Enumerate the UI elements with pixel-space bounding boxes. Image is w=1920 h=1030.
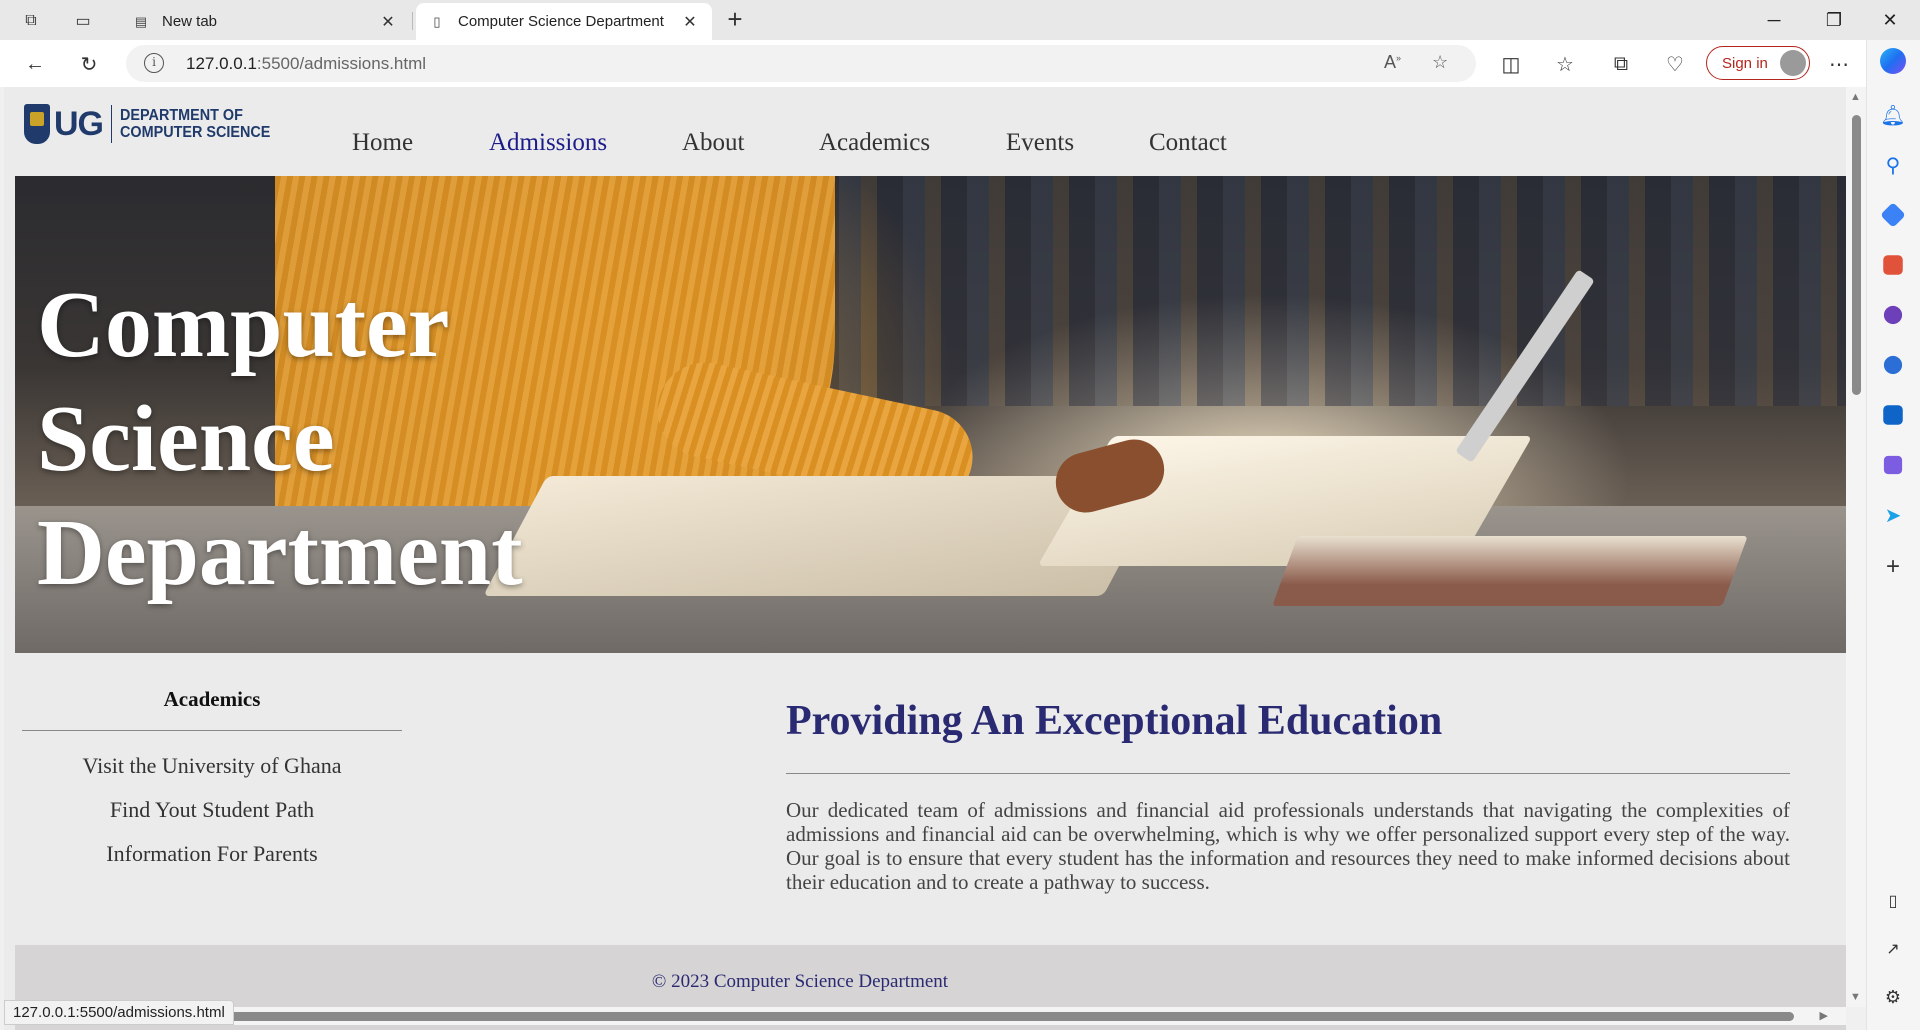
settings-gear-icon[interactable]: ⚙ [1880,984,1906,1010]
sidebar-link-visit-ug[interactable]: Visit the University of Ghana [22,753,402,779]
more-menu-icon[interactable]: ⋯ [1824,49,1854,79]
avatar [1780,50,1806,76]
url-path: :5500/admissions.html [256,54,427,73]
ug-crest-icon [24,104,50,144]
favorites-icon[interactable]: ☆ [1550,49,1580,79]
address-url[interactable]: 127.0.0.1:5500/admissions.html [186,54,426,74]
favorite-star-icon[interactable]: ☆ [1432,52,1448,73]
notifications-bell-icon[interactable]: 🔔︎ [1880,102,1906,128]
nav-admissions[interactable]: Admissions [489,129,607,157]
sidebar-toggle-icon[interactable]: ▯ [1880,888,1906,914]
close-tab-icon[interactable]: ✕ [378,12,398,32]
tab-label: Computer Science Department [458,13,664,30]
read-aloud-icon[interactable]: A» [1384,52,1401,73]
tab-actions-icon[interactable]: ▭ [70,8,96,34]
sign-in-label: Sign in [1722,54,1768,72]
site-header: UG DEPARTMENT OF COMPUTER SCIENCE Home A… [4,87,1846,177]
footer-copyright: © 2023 Computer Science Department [651,971,949,992]
tools-toolbox-icon[interactable] [1883,255,1903,275]
nav-events[interactable]: Events [1006,129,1074,157]
scroll-right-arrow-icon[interactable]: ▶ [1820,1009,1828,1022]
vertical-scroll-thumb[interactable] [1852,115,1861,395]
games-icon[interactable] [1883,305,1903,325]
page-viewport: UG DEPARTMENT OF COMPUTER SCIENCE Home A… [4,87,1846,1030]
tab-strip: ⧉ ▭ ▤ New tab ✕ ▯ Computer Science Depar… [0,0,1920,40]
collections-icon[interactable]: ⧉ [1606,49,1636,79]
scroll-up-arrow-icon[interactable]: ▲ [1850,91,1861,103]
copilot-icon[interactable] [1880,48,1906,74]
nav-academics[interactable]: Academics [819,129,930,157]
close-window-icon[interactable]: ✕ [1862,0,1918,40]
main-content: Providing An Exceptional Education Our d… [786,697,1790,894]
microsoft-365-icon[interactable] [1883,355,1903,375]
edge-sidebar: 🔔︎ ⚲ ➤ + ▯ ↗ ⚙ [1866,40,1920,1030]
section-divider [786,773,1790,774]
horizontal-scroll-thumb[interactable] [224,1012,1794,1021]
send-icon[interactable]: ➤ [1880,502,1906,528]
hero-banner: Computer Science Department [15,176,1846,653]
nav-contact[interactable]: Contact [1149,129,1227,157]
minimize-icon[interactable]: ─ [1746,0,1802,40]
scroll-down-arrow-icon[interactable]: ▼ [1850,991,1861,1003]
status-bar-url: 127.0.0.1:5500/admissions.html [4,1000,234,1025]
external-link-icon[interactable]: ↗ [1880,936,1906,962]
browser-toolbar: ← ↻ i 127.0.0.1:5500/admissions.html A» … [0,40,1920,87]
add-icon[interactable]: + [1880,553,1906,580]
sign-in-button[interactable]: Sign in [1706,46,1810,80]
tab-label: New tab [162,13,218,30]
sidebar-heading: Academics [163,687,261,711]
section-body: Our dedicated team of admissions and fin… [786,798,1790,894]
designer-icon[interactable] [1883,455,1903,475]
tab-computer-science-department[interactable]: ▯ Computer Science Department ✕ [416,3,712,40]
sidebar-link-parents[interactable]: Information For Parents [22,841,402,867]
site-info-icon[interactable]: i [144,53,164,73]
browser-essentials-icon[interactable]: ♡ [1660,49,1690,79]
page-favicon-icon: ▯ [433,13,441,29]
hero-bookshelf-background [775,176,1846,406]
sidebar-link-student-path[interactable]: Find Yout Student Path [22,797,402,823]
address-bar[interactable]: i 127.0.0.1:5500/admissions.html A» ☆ [126,45,1476,82]
hero-title-line-2: Science [37,387,335,491]
logo-line-1: DEPARTMENT OF [120,107,243,124]
new-tab-button[interactable]: + [720,6,750,34]
sidebar-divider [22,730,402,731]
close-tab-icon[interactable]: ✕ [680,12,700,32]
logo-mark: UG [54,104,104,143]
logo-text: DEPARTMENT OF COMPUTER SCIENCE [120,107,270,141]
split-screen-icon[interactable]: ◫ [1496,49,1526,79]
tab-new-tab[interactable]: ▤ New tab ✕ [120,3,410,40]
url-host: 127.0.0.1 [186,54,257,73]
section-heading: Providing An Exceptional Education [786,698,1443,744]
refresh-icon[interactable]: ↻ [74,49,104,79]
back-icon[interactable]: ← [20,49,50,79]
search-icon[interactable]: ⚲ [1880,152,1906,178]
shopping-tag-icon[interactable] [1880,202,1906,228]
new-tab-favicon-icon: ▤ [134,13,148,29]
hero-title-line-1: Computer [37,273,450,377]
outlook-icon[interactable] [1883,405,1903,425]
vertical-scrollbar[interactable]: ▲ ▼ [1846,87,1866,1007]
hero-title: Computer Science Department [37,268,523,610]
workspaces-icon[interactable]: ⧉ [18,8,44,34]
restore-icon[interactable]: ❐ [1806,0,1862,40]
hero-closed-book [1272,536,1748,606]
nav-home[interactable]: Home [352,129,413,157]
nav-about[interactable]: About [682,129,745,157]
logo-divider [111,105,112,143]
academics-sidebar: Academics Visit the University of Ghana … [22,687,402,885]
logo-line-2: COMPUTER SCIENCE [120,124,271,141]
tab-separator [412,12,413,30]
horizontal-scrollbar[interactable]: ▶ [4,1007,1846,1025]
hero-title-line-3: Department [37,501,523,605]
site-logo[interactable]: UG DEPARTMENT OF COMPUTER SCIENCE [24,104,287,144]
